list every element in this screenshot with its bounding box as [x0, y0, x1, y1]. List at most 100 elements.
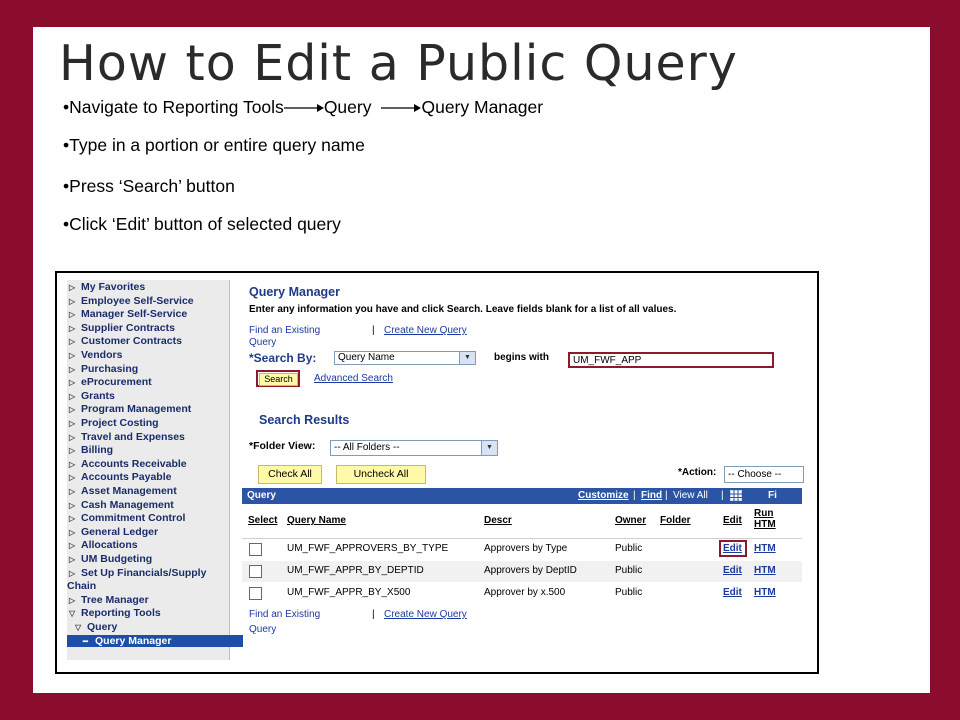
row-select-checkbox[interactable]	[249, 565, 262, 578]
advanced-search-link[interactable]: Advanced Search	[314, 373, 393, 384]
begins-with-label: begins with	[494, 352, 549, 363]
menu-item-vendors[interactable]: ▷ Vendors	[67, 349, 122, 361]
menu-item-purchasing[interactable]: ▷ Purchasing	[67, 363, 138, 375]
menu-item-customer-contracts[interactable]: ▷ Customer Contracts	[67, 335, 182, 347]
table-row: UM_FWF_APPROVERS_BY_TYPE Approvers by Typ…	[242, 539, 802, 560]
triangle-right-icon: ▷	[69, 500, 76, 510]
triangle-right-icon: ▷	[69, 310, 76, 320]
view-all-link[interactable]: View All	[673, 490, 708, 501]
find-existing-link-bottom[interactable]: Find an Existing Query	[249, 609, 320, 635]
run-html-link[interactable]: HTM	[754, 543, 776, 554]
menu-item-project-costing[interactable]: ▷ Project Costing	[67, 417, 159, 429]
check-all-button[interactable]: Check All	[258, 465, 322, 484]
menu-item-chain[interactable]: Chain	[67, 580, 96, 592]
menu-item-general-ledger[interactable]: ▷ General Ledger	[67, 526, 158, 538]
menu-item-label: Allocations	[81, 539, 138, 552]
folder-view-select[interactable]: -- All Folders -- ▼	[330, 440, 498, 456]
table-row: UM_FWF_APPR_BY_X500 Approver by x.500 Publ…	[242, 583, 802, 604]
cell-descr: Approvers by DeptID	[484, 565, 577, 576]
cell-owner: Public	[615, 565, 643, 576]
edit-link[interactable]: Edit	[723, 587, 742, 598]
chevron-down-icon: ▼	[481, 441, 497, 455]
triangle-right-icon: ▷	[69, 595, 76, 605]
grid-title: Query	[247, 490, 276, 501]
customize-link[interactable]: Customize	[578, 490, 629, 501]
menu-item-label: Asset Management	[81, 485, 177, 497]
menu-item-accounts-payable[interactable]: ▷ Accounts Payable	[67, 471, 171, 483]
menu-item-label: Chain	[67, 580, 97, 593]
menu-item-label: Employee Self-Service	[81, 294, 194, 307]
triangle-right-icon: ▷	[69, 459, 76, 469]
col-descr[interactable]: Descr	[484, 515, 512, 526]
search-button[interactable]: Search	[259, 373, 298, 386]
menu-item-program-management[interactable]: ▷ Program Management	[67, 403, 191, 415]
bullet-nav-step-2: Query	[323, 97, 372, 117]
menu-item-label: Customer Contracts	[81, 335, 182, 348]
menu-item-employee-self-service[interactable]: ▷ Employee Self-Service	[67, 295, 194, 307]
cell-descr: Approvers by Type	[484, 543, 568, 554]
find-existing-label: Find an Existing	[249, 609, 321, 620]
menu-item-my-favorites[interactable]: ▷ My Favorites	[67, 281, 145, 293]
triangle-right-icon: ▷	[69, 364, 76, 374]
menu-item-travel-and-expenses[interactable]: ▷ Travel and Expenses	[67, 431, 185, 443]
menu-item-label: My Favorites	[81, 281, 146, 293]
menu-item-query[interactable]: ▽ Query	[67, 621, 117, 633]
menu-item-accounts-receivable[interactable]: ▷ Accounts Receivable	[67, 458, 187, 470]
action-value: -- Choose --	[728, 469, 782, 480]
menu-item-eprocurement[interactable]: ▷ eProcurement	[67, 376, 152, 388]
row-select-checkbox[interactable]	[249, 587, 262, 600]
col-query-name[interactable]: Query Name	[287, 515, 346, 526]
cell-owner: Public	[615, 587, 643, 598]
menu-item-asset-management[interactable]: ▷ Asset Management	[67, 485, 177, 497]
menu-item-commitment-control[interactable]: ▷ Commitment Control	[67, 512, 185, 524]
menu-item-supplier-contracts[interactable]: ▷ Supplier Contracts	[67, 322, 175, 334]
menu-item-billing[interactable]: ▷ Billing	[67, 444, 113, 456]
find-existing-link[interactable]: Find an Existing Query	[249, 325, 320, 348]
download-grid-icon[interactable]	[730, 490, 742, 501]
arrow-right-icon	[283, 104, 324, 113]
edit-link[interactable]: Edit	[723, 565, 742, 576]
first-link[interactable]: Fi	[768, 490, 777, 501]
navigation-menu: ▷ My Favorites ▷ Employee Self-Service ▷ Mana…	[67, 280, 243, 660]
menu-item-reporting-tools[interactable]: ▽ Reporting Tools	[67, 607, 161, 619]
menu-item-label: Accounts Payable	[81, 471, 172, 484]
instructions-text: Enter any information you have and click…	[249, 304, 677, 315]
search-value-input[interactable]: UM_FWF_APP	[568, 352, 774, 368]
col-folder[interactable]: Folder	[660, 515, 691, 526]
grid-header-bar: Query Customize | Find | View All | Fi	[242, 488, 802, 504]
bullet-navigate: •Navigate to Reporting Tools Query Query M…	[63, 97, 543, 118]
menu-item-um-budgeting[interactable]: ▷ UM Budgeting	[67, 553, 152, 565]
triangle-down-icon: ▽	[69, 609, 76, 619]
slide-title: How to Edit a Public Query	[59, 35, 738, 92]
menu-item-query-manager[interactable]: ━ Query Manager	[67, 634, 243, 647]
triangle-right-icon: ▷	[69, 527, 76, 537]
menu-item-grants[interactable]: ▷ Grants	[67, 390, 115, 402]
create-new-query-link-bottom[interactable]: Create New Query	[384, 609, 467, 620]
row-select-checkbox[interactable]	[249, 543, 262, 556]
find-existing-label: Find an Existing	[249, 325, 321, 336]
menu-item-label: Manager Self-Service	[81, 308, 188, 321]
col-run-htm: HTM	[754, 519, 776, 530]
run-html-link[interactable]: HTM	[754, 565, 776, 576]
menu-item-cash-management[interactable]: ▷ Cash Management	[67, 499, 174, 511]
menu-item-allocations[interactable]: ▷ Allocations	[67, 539, 138, 551]
menu-item-label: Grants	[81, 389, 115, 402]
search-by-value: Query Name	[338, 352, 395, 363]
action-label: *Action:	[678, 467, 717, 478]
menu-item-manager-self-service[interactable]: ▷ Manager Self-Service	[67, 308, 187, 320]
create-new-query-link[interactable]: Create New Query	[384, 325, 467, 336]
link-separator: |	[372, 609, 375, 620]
search-value-text: UM_FWF_APP	[573, 355, 642, 366]
search-by-select[interactable]: Query Name ▼	[334, 351, 476, 365]
menu-item-tree-manager[interactable]: ▷ Tree Manager	[67, 594, 149, 606]
triangle-right-icon: ▷	[69, 487, 76, 496]
menu-item-set-up-financials-supply[interactable]: ▷ Set Up Financials/Supply	[67, 567, 206, 579]
menu-item-label: Set Up Financials/Supply	[81, 566, 207, 579]
action-select[interactable]: -- Choose --	[724, 466, 804, 483]
cell-query-name: UM_FWF_APPROVERS_BY_TYPE	[287, 543, 449, 554]
uncheck-all-button[interactable]: Uncheck All	[336, 465, 426, 484]
find-link[interactable]: Find	[641, 490, 662, 501]
col-owner[interactable]: Owner	[615, 515, 646, 526]
run-html-link[interactable]: HTM	[754, 587, 776, 598]
menu-item-label: Query	[87, 621, 118, 633]
